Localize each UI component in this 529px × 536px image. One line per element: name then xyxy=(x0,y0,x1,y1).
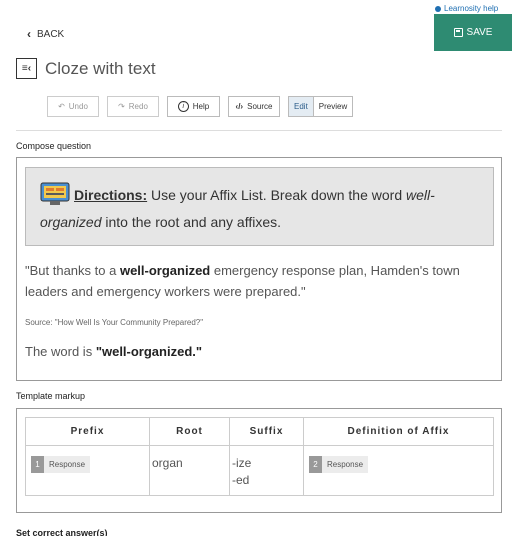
word-prefix: The word is xyxy=(25,344,96,359)
template-markup-label: Template markup xyxy=(16,391,86,401)
help-dot-icon xyxy=(435,5,441,12)
save-button[interactable]: SAVE xyxy=(434,14,512,51)
directions-panel: Directions: Use your Affix List. Break d… xyxy=(25,167,494,246)
header-prefix: Prefix xyxy=(25,417,150,446)
word-keyword: "well-organized." xyxy=(95,344,203,359)
redo-button[interactable]: ↷ Redo xyxy=(107,96,159,117)
directions-icon xyxy=(40,182,70,206)
back-label: BACK xyxy=(37,28,65,40)
undo-label: Undo xyxy=(68,102,88,111)
help-button[interactable]: i Help xyxy=(167,96,220,117)
info-icon: i xyxy=(177,101,189,112)
response-number: 1 xyxy=(31,456,44,473)
compose-question-editor[interactable]: Directions: Use your Affix List. Break d… xyxy=(16,157,502,381)
redo-label: Redo xyxy=(128,102,148,111)
cloze-icon: ≡‹ xyxy=(16,58,37,79)
undo-icon: ↶ xyxy=(58,102,65,111)
quote-keyword: well-organized xyxy=(119,263,211,278)
suffix-line: -ed xyxy=(232,473,250,487)
page-header: ≡‹ Cloze with text xyxy=(16,58,156,79)
response-box-1[interactable]: 1 Response xyxy=(31,456,91,473)
quote-paragraph: "But thanks to a well-organized emergenc… xyxy=(25,260,495,302)
quote-start: "But thanks to a xyxy=(25,263,120,278)
save-icon xyxy=(453,28,463,37)
response-label: Response xyxy=(49,460,86,469)
definition-cell: 2 Response xyxy=(303,445,494,496)
prefix-cell: 1 Response xyxy=(25,445,150,496)
save-label: SAVE xyxy=(466,27,493,38)
redo-icon: ↷ xyxy=(118,102,125,111)
response-number: 2 xyxy=(309,456,322,473)
tab-edit[interactable]: Edit xyxy=(289,97,314,116)
directions-heading: Directions: xyxy=(74,187,148,203)
compose-question-label: Compose question xyxy=(16,141,92,151)
response-label: Response xyxy=(327,460,364,469)
response-box-2[interactable]: 2 Response xyxy=(309,456,369,473)
root-cell: organ xyxy=(149,445,230,496)
tab-preview[interactable]: Preview xyxy=(314,97,352,116)
source-label: Source xyxy=(247,102,273,111)
help-link-label: Learnosity help xyxy=(444,4,499,13)
affix-table: Prefix Root Suffix Definition of Affix 1… xyxy=(25,417,494,496)
code-icon: ‹/› xyxy=(235,102,244,111)
undo-button[interactable]: ↶ Undo xyxy=(47,96,99,117)
word-statement: The word is "well-organized." xyxy=(25,344,202,359)
edit-preview-toggle: Edit Preview xyxy=(288,96,354,117)
learnosity-help-link[interactable]: Learnosity help xyxy=(435,4,498,13)
source-citation: Source: "How Well Is Your Community Prep… xyxy=(25,318,204,327)
editor-toolbar: ↶ Undo ↷ Redo i Help ‹/› Source Edit Pre… xyxy=(47,96,354,117)
header-root: Root xyxy=(149,417,230,446)
template-markup-editor[interactable]: Prefix Root Suffix Definition of Affix 1… xyxy=(16,408,502,513)
set-correct-answer-label: Set correct answer(s) xyxy=(16,528,108,536)
chevron-left-icon: ‹ xyxy=(27,27,31,41)
suffix-line: -ize xyxy=(232,456,252,470)
source-button[interactable]: ‹/› Source xyxy=(228,96,280,117)
table-header-row: Prefix Root Suffix Definition of Affix xyxy=(25,417,494,446)
suffix-cell: -ize -ed xyxy=(229,445,304,496)
back-link[interactable]: ‹ BACK xyxy=(27,27,64,41)
page-title: Cloze with text xyxy=(45,58,156,78)
header-definition: Definition of Affix xyxy=(303,417,494,446)
help-label: Help xyxy=(192,102,210,111)
header-suffix: Suffix xyxy=(229,417,304,446)
directions-text: Use your Affix List. Break down the word xyxy=(147,187,406,203)
table-row: 1 Response organ -ize -ed 2 Response xyxy=(25,445,494,496)
divider xyxy=(16,130,502,131)
directions-tail: into the root and any affixes. xyxy=(101,214,282,231)
